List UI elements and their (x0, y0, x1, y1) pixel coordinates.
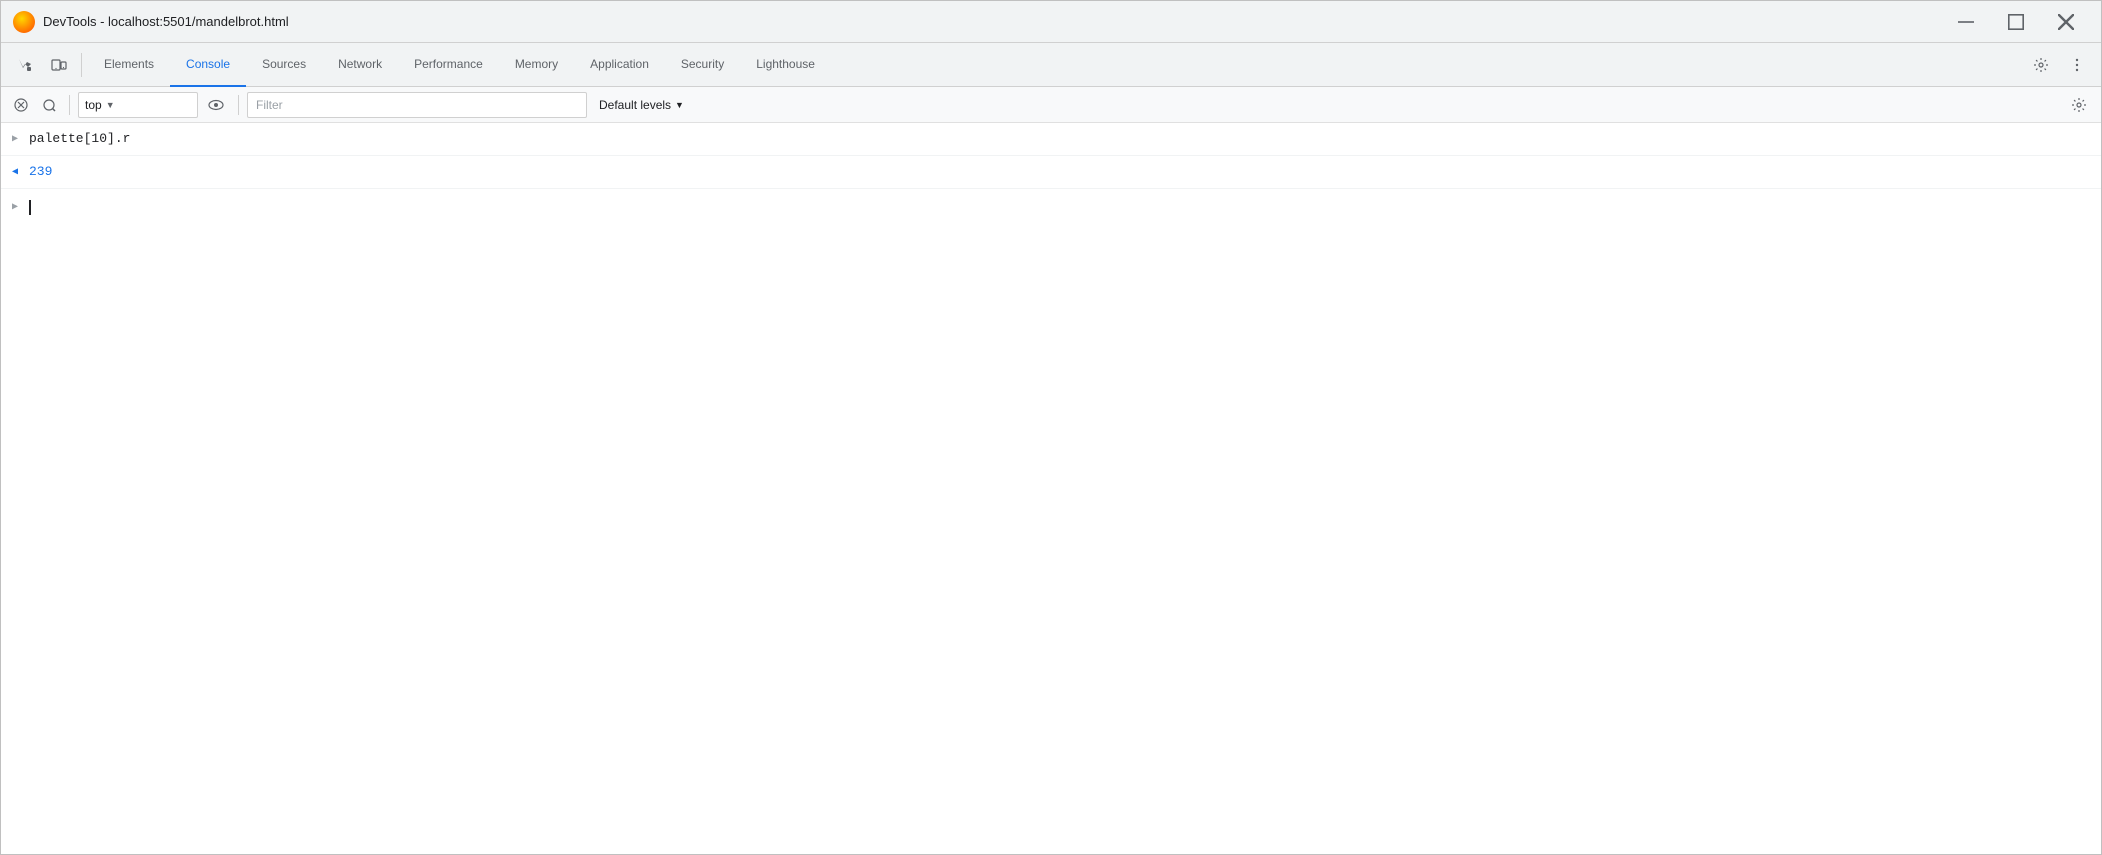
tab-console[interactable]: Console (170, 43, 246, 87)
context-label: top (85, 98, 102, 112)
tab-application[interactable]: Application (574, 43, 665, 87)
tab-security[interactable]: Security (665, 43, 740, 87)
settings-button[interactable] (2025, 51, 2057, 79)
tab-memory[interactable]: Memory (499, 43, 574, 87)
input-prompt-arrow: ▶ (1, 193, 29, 221)
minimize-button[interactable] (1943, 6, 1989, 38)
maximize-button[interactable] (1993, 6, 2039, 38)
toolbar-divider-1 (81, 53, 82, 77)
entry-text-2: 239 (29, 164, 52, 179)
entry-content-1: palette[10].r (29, 125, 2093, 153)
main-toolbar: Elements Console Sources Network Perform… (1, 43, 2101, 87)
tab-network[interactable]: Network (322, 43, 398, 87)
clear-console-button[interactable] (9, 93, 33, 117)
inspect-element-button[interactable] (9, 51, 41, 79)
filter-input[interactable] (247, 92, 587, 118)
live-expressions-button[interactable] (202, 92, 230, 118)
devtools-window: DevTools - localhost:5501/mandelbrot.htm… (0, 0, 2102, 855)
log-levels-button[interactable]: Default levels ▼ (591, 92, 692, 118)
levels-label: Default levels (599, 98, 671, 112)
console-toolbar: top ▼ Default levels ▼ (1, 87, 2101, 123)
title-bar-left: DevTools - localhost:5501/mandelbrot.htm… (13, 11, 289, 33)
console-divider-2 (238, 95, 239, 115)
title-bar: DevTools - localhost:5501/mandelbrot.htm… (1, 1, 2101, 43)
console-entry-input: ▶ palette[10].r (1, 123, 2101, 156)
entry-text-1: palette[10].r (29, 131, 130, 146)
more-tools-button[interactable] (2061, 51, 2093, 79)
filter-button[interactable] (37, 93, 61, 117)
entry-content-2: 239 (29, 158, 2093, 186)
console-entry-output: ◀ 239 (1, 156, 2101, 189)
window-title: DevTools - localhost:5501/mandelbrot.htm… (43, 14, 289, 29)
tab-lighthouse[interactable]: Lighthouse (740, 43, 831, 87)
window-controls (1943, 6, 2089, 38)
context-selector[interactable]: top ▼ (78, 92, 198, 118)
levels-arrow: ▼ (675, 100, 684, 110)
close-button[interactable] (2043, 6, 2089, 38)
console-cursor (29, 200, 31, 215)
entry-arrow-2[interactable]: ◀ (1, 158, 29, 186)
console-input-line: ▶ (1, 189, 2101, 225)
console-settings-button[interactable] (2065, 92, 2093, 118)
device-toolbar-button[interactable] (43, 51, 75, 79)
console-divider-1 (69, 95, 70, 115)
toolbar-right (2025, 51, 2093, 79)
tab-elements[interactable]: Elements (88, 43, 170, 87)
context-dropdown-arrow: ▼ (106, 100, 115, 110)
console-output[interactable]: ▶ palette[10].r ◀ 239 ▶ (1, 123, 2101, 854)
tab-sources[interactable]: Sources (246, 43, 322, 87)
tab-bar: Elements Console Sources Network Perform… (88, 43, 2023, 87)
devtools-icon (13, 11, 35, 33)
entry-arrow-1[interactable]: ▶ (1, 125, 29, 153)
tab-performance[interactable]: Performance (398, 43, 499, 87)
